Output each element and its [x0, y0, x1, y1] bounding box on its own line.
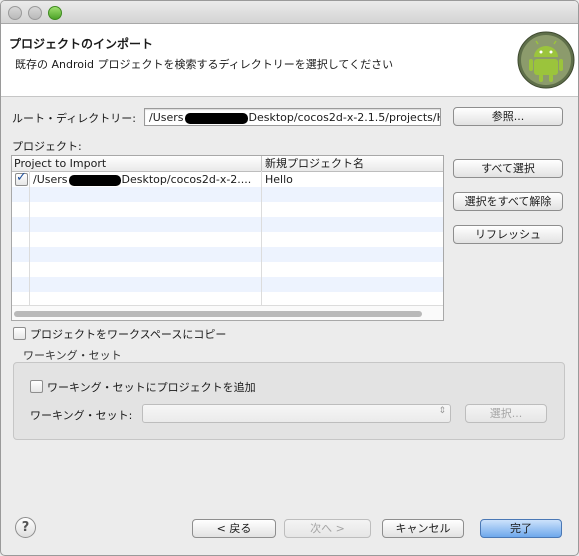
- android-logo-icon: [517, 31, 575, 89]
- back-button[interactable]: < 戻る: [192, 519, 276, 538]
- column-divider: [29, 171, 30, 305]
- add-to-working-set-checkbox[interactable]: [30, 380, 43, 393]
- header-divider: [261, 156, 262, 171]
- table-row: [12, 262, 443, 277]
- deselect-all-button[interactable]: 選択をすべて解除: [453, 192, 563, 211]
- import-dialog-window: プロジェクトのインポート 既存の Android プロジェクトを検索するディレク…: [0, 0, 579, 556]
- zoom-window-button[interactable]: [48, 6, 62, 20]
- dialog-header: プロジェクトのインポート 既存の Android プロジェクトを検索するディレク…: [1, 24, 578, 97]
- redaction-mark: [68, 174, 121, 186]
- working-set-combo[interactable]: ⇕: [142, 404, 451, 423]
- table-row: [12, 217, 443, 232]
- root-directory-input[interactable]: /Users Desktop/cocos2d-x-2.1.5/projects/H: [144, 108, 441, 126]
- copy-to-workspace-checkbox[interactable]: [13, 327, 26, 340]
- add-to-working-set-label[interactable]: ワーキング・セットにプロジェクトを追加: [47, 379, 256, 395]
- working-set-select-button[interactable]: 選択...: [465, 404, 547, 423]
- table-row[interactable]: ✓ /Users Desktop/cocos2d-x-2.... Hello: [12, 170, 443, 187]
- root-directory-value-prefix: /Users: [149, 111, 184, 124]
- minimize-window-button[interactable]: [28, 6, 42, 20]
- root-directory-value-suffix: Desktop/cocos2d-x-2.1.5/projects/H: [248, 111, 441, 124]
- refresh-button[interactable]: リフレッシュ: [453, 225, 563, 244]
- finish-button[interactable]: 完了: [480, 519, 562, 538]
- close-window-button[interactable]: [8, 6, 22, 20]
- projects-table: Project to Import 新規プロジェクト名 ✓ /Users Desk…: [11, 155, 444, 321]
- next-button[interactable]: 次へ >: [284, 519, 371, 538]
- new-project-name-cell[interactable]: Hello: [265, 172, 435, 187]
- project-path-prefix: /Users: [33, 173, 68, 186]
- root-directory-label: ルート・ディレクトリー:: [12, 112, 136, 125]
- column-header-new-project-name[interactable]: 新規プロジェクト名: [265, 156, 364, 171]
- project-path-suffix: Desktop/cocos2d-x-2....: [121, 173, 252, 186]
- copy-to-workspace-label[interactable]: プロジェクトをワークスペースにコピー: [30, 326, 226, 342]
- select-all-button[interactable]: すべて選択: [453, 159, 563, 178]
- working-set-group: [13, 362, 565, 440]
- table-row: [12, 277, 443, 292]
- help-icon[interactable]: ?: [15, 517, 36, 538]
- chevron-updown-icon: ⇕: [438, 406, 446, 416]
- title-bar: [1, 1, 578, 24]
- checkmark-icon: ✓: [16, 170, 27, 185]
- redaction-mark: [184, 112, 248, 124]
- dialog-description: 既存の Android プロジェクトを検索するディレクトリーを選択してください: [15, 58, 394, 71]
- table-row: [12, 232, 443, 247]
- projects-label: プロジェクト:: [12, 140, 82, 153]
- table-row: [12, 247, 443, 262]
- browse-button[interactable]: 参照...: [453, 107, 563, 126]
- table-row: [12, 202, 443, 217]
- project-row-checkbox[interactable]: ✓: [15, 170, 28, 186]
- column-divider: [261, 171, 262, 305]
- project-path-cell: /Users Desktop/cocos2d-x-2....: [33, 172, 259, 187]
- scrollbar-thumb[interactable]: [14, 311, 422, 317]
- horizontal-scrollbar[interactable]: [12, 305, 443, 320]
- dialog-title: プロジェクトのインポート: [9, 37, 154, 51]
- cancel-button[interactable]: キャンセル: [382, 519, 464, 538]
- table-row: [12, 187, 443, 202]
- projects-table-header: Project to Import 新規プロジェクト名: [12, 156, 443, 172]
- working-set-group-title: ワーキング・セット: [23, 349, 122, 362]
- working-set-field-label: ワーキング・セット:: [30, 409, 133, 422]
- column-header-project-to-import[interactable]: Project to Import: [14, 156, 106, 171]
